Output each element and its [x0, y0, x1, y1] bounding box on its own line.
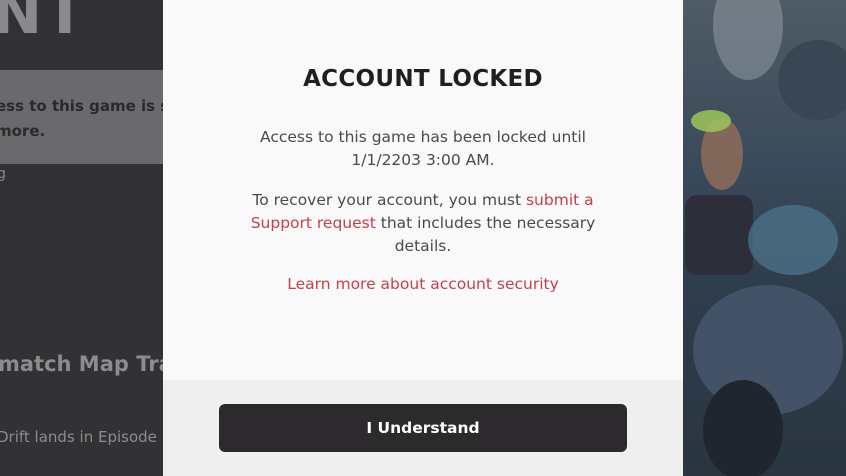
background-news-subline: Drift lands in Episode: [0, 428, 157, 446]
dialog-title: ACCOUNT LOCKED: [303, 66, 543, 92]
background-news-headline: match Map Tra: [0, 352, 173, 376]
dialog-body: ACCOUNT LOCKED Access to this game has b…: [163, 0, 683, 380]
background-notice-more: more.: [0, 122, 46, 140]
background-small-text: g: [0, 166, 6, 182]
background-notice-text: ess to this game is sus: [0, 97, 189, 115]
account-security-link[interactable]: Learn more about account security: [163, 275, 683, 293]
recover-prefix-text: To recover your account, you must: [252, 191, 526, 209]
recover-suffix-text: that includes the necessary details.: [375, 214, 596, 255]
recover-instructions: To recover your account, you must submit…: [223, 189, 623, 258]
background-panel: NT ™ ess to this game is sus more. g mat…: [0, 0, 189, 476]
background-key-art: [683, 0, 846, 476]
dialog-footer: I Understand: [163, 380, 683, 476]
account-locked-dialog: ACCOUNT LOCKED Access to this game has b…: [163, 0, 683, 476]
i-understand-button[interactable]: I Understand: [219, 404, 627, 452]
trademark-mark: ™: [60, 28, 67, 36]
key-art-shape: [691, 110, 731, 132]
key-art-shape: [778, 40, 846, 120]
key-art-shape: [748, 205, 838, 275]
key-art-shape: [713, 0, 783, 80]
screen: NT ™ ess to this game is sus more. g mat…: [0, 0, 846, 476]
key-art-shape: [703, 380, 783, 476]
lock-message: Access to this game has been locked unti…: [260, 128, 586, 169]
background-notice-banner: ess to this game is sus more.: [0, 70, 189, 164]
game-logo: NT: [0, 0, 88, 48]
key-art-shape: [685, 195, 753, 275]
